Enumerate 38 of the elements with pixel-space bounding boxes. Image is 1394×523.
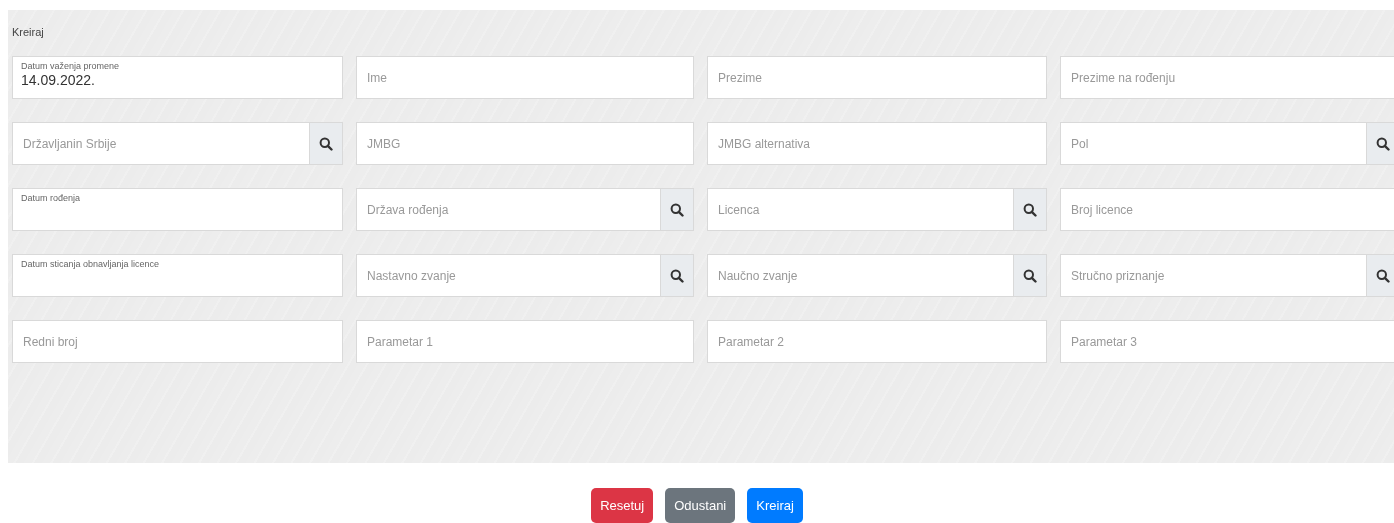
input-field[interactable]: Parametar 2 bbox=[707, 320, 1047, 363]
search-button[interactable] bbox=[661, 188, 694, 231]
search-icon bbox=[319, 136, 333, 151]
input-field[interactable]: Ime bbox=[356, 56, 694, 99]
search-button[interactable] bbox=[1367, 254, 1394, 297]
date-field[interactable]: Datum rođenja bbox=[12, 188, 343, 231]
search-icon bbox=[1023, 202, 1037, 217]
input-field[interactable]: Prezime bbox=[707, 56, 1047, 99]
search-icon bbox=[1376, 136, 1390, 151]
input-field[interactable]: Redni broj bbox=[12, 320, 343, 363]
input-field[interactable]: Parametar 3 bbox=[1060, 320, 1394, 363]
search-icon bbox=[1023, 268, 1037, 283]
search-button[interactable] bbox=[310, 122, 343, 165]
search-button[interactable] bbox=[1014, 254, 1047, 297]
date-field[interactable]: Datum važenja promene 14.09.2022. bbox=[12, 56, 343, 99]
action-button[interactable]: Kreiraj bbox=[747, 488, 803, 523]
date-field[interactable]: Datum sticanja obnavljanja licence bbox=[12, 254, 343, 297]
input-field[interactable]: Stručno priznanje bbox=[1060, 254, 1367, 297]
input-field[interactable]: Prezime na rođenju bbox=[1060, 56, 1394, 99]
input-field[interactable]: JMBG alternativa bbox=[707, 122, 1047, 165]
search-icon bbox=[1376, 268, 1390, 283]
search-button[interactable] bbox=[661, 254, 694, 297]
search-icon bbox=[670, 268, 684, 283]
input-field[interactable]: Država rođenja bbox=[356, 188, 661, 231]
action-button[interactable]: Resetuj bbox=[591, 488, 654, 523]
action-button[interactable]: Odustani bbox=[665, 488, 736, 523]
input-field[interactable]: Državljanin Srbije bbox=[12, 122, 310, 165]
input-field[interactable]: Nastavno zvanje bbox=[356, 254, 661, 297]
input-field[interactable]: Naučno zvanje bbox=[707, 254, 1014, 297]
input-field[interactable]: Pol bbox=[1060, 122, 1367, 165]
input-field[interactable]: Licenca bbox=[707, 188, 1014, 231]
search-button[interactable] bbox=[1014, 188, 1047, 231]
panel-title: Kreiraj bbox=[11, 25, 45, 40]
search-button[interactable] bbox=[1367, 122, 1394, 165]
input-field[interactable]: Broj licence bbox=[1060, 188, 1394, 231]
input-field[interactable]: JMBG bbox=[356, 122, 694, 165]
input-field[interactable]: Parametar 1 bbox=[356, 320, 694, 363]
search-icon bbox=[670, 202, 684, 217]
